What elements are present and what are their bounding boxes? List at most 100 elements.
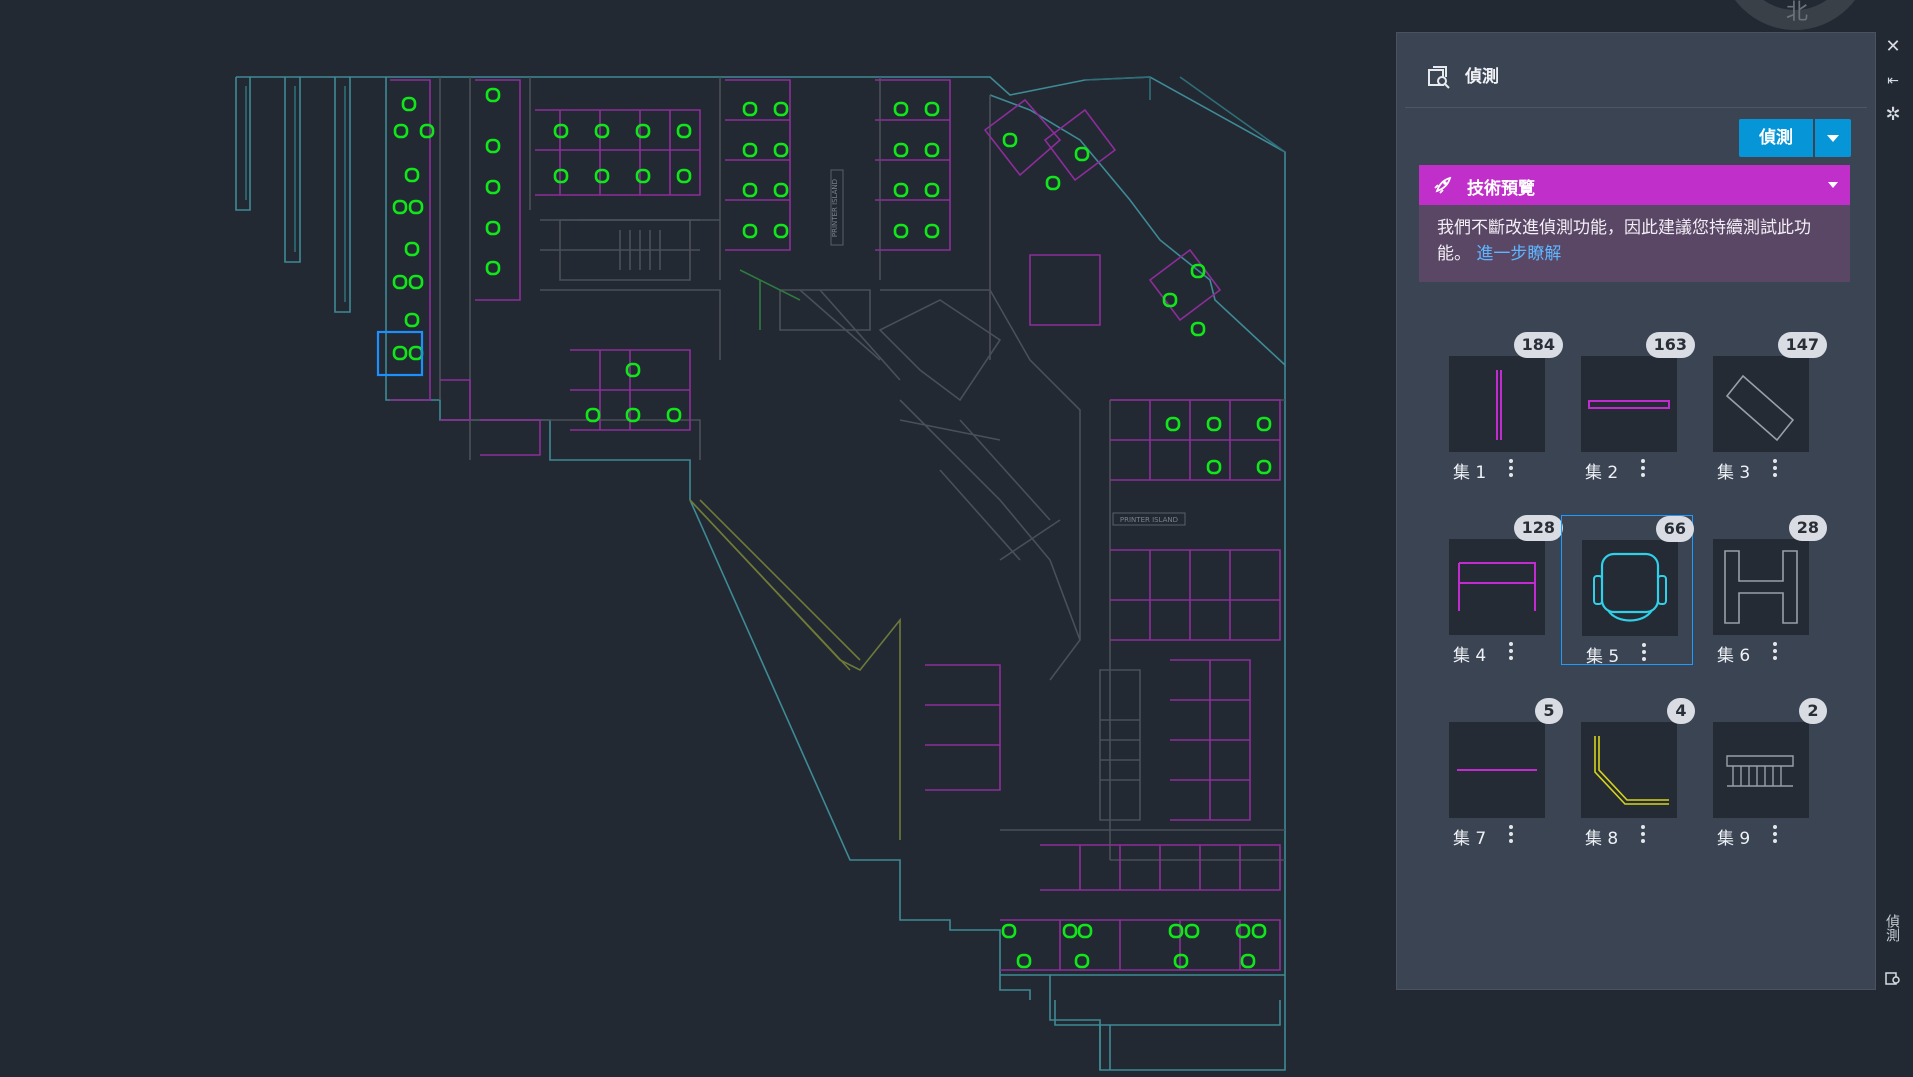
detected-chair-marker[interactable]: [594, 123, 610, 139]
set-tile-6[interactable]: 28 集 6: [1693, 515, 1827, 666]
detected-chair-marker[interactable]: [1206, 459, 1222, 475]
detected-chair-marker[interactable]: [485, 260, 501, 276]
detected-chair-marker[interactable]: [1074, 953, 1090, 969]
detected-chair-marker[interactable]: [1062, 923, 1078, 939]
more-options-icon[interactable]: [1769, 639, 1781, 665]
detected-chair-marker[interactable]: [392, 199, 408, 215]
detected-chair-marker[interactable]: [404, 167, 420, 183]
detected-chair-marker[interactable]: [485, 138, 501, 154]
detected-chair-marker[interactable]: [924, 182, 940, 198]
detected-chair-marker[interactable]: [1251, 923, 1267, 939]
detected-chair-marker[interactable]: [924, 101, 940, 117]
detected-chair-marker[interactable]: [924, 223, 940, 239]
detect-button[interactable]: 偵測: [1739, 119, 1813, 157]
set-name: 集 1: [1453, 463, 1487, 483]
detected-chair-marker[interactable]: [893, 223, 909, 239]
detected-chair-marker[interactable]: [485, 87, 501, 103]
close-icon[interactable]: ✕: [1884, 38, 1902, 56]
set-tile-9[interactable]: 2 集 9: [1693, 698, 1827, 849]
detected-chair-marker[interactable]: [625, 362, 641, 378]
detected-chair-marker[interactable]: [401, 96, 417, 112]
detected-chair-marker[interactable]: [419, 123, 435, 139]
set-tile-7[interactable]: 5 集 7: [1429, 698, 1563, 849]
detected-chair-marker[interactable]: [893, 182, 909, 198]
detected-chair-marker[interactable]: [1256, 459, 1272, 475]
detect-dropdown-button[interactable]: [1815, 119, 1851, 157]
set-name: 集 3: [1717, 463, 1751, 483]
more-options-icon[interactable]: [1769, 822, 1781, 848]
detected-chair-marker[interactable]: [893, 142, 909, 158]
detected-chair-marker[interactable]: [635, 123, 651, 139]
detected-chair-marker[interactable]: [742, 223, 758, 239]
detected-chair-marker[interactable]: [1184, 923, 1200, 939]
detected-chair-marker[interactable]: [594, 168, 610, 184]
set-count-badge: 147: [1777, 332, 1827, 358]
more-options-icon[interactable]: [1505, 822, 1517, 848]
set-tile-3[interactable]: 147 集 3: [1693, 332, 1827, 483]
detected-chair-marker[interactable]: [1077, 923, 1093, 939]
more-options-icon[interactable]: [1637, 456, 1649, 482]
detected-chair-marker[interactable]: [1190, 321, 1206, 337]
detect-icon-small[interactable]: [1884, 968, 1902, 986]
set-tile-2[interactable]: 163 集 2: [1561, 332, 1695, 483]
detected-chair-marker[interactable]: [1256, 416, 1272, 432]
settings-icon[interactable]: ✲: [1884, 106, 1902, 124]
detected-chair-marker[interactable]: [392, 345, 408, 361]
set-tile-1[interactable]: 184 集 1: [1429, 332, 1563, 483]
detected-chair-marker[interactable]: [893, 101, 909, 117]
palette-side-label[interactable]: 偵測: [1884, 914, 1902, 942]
detected-chair-marker[interactable]: [553, 123, 569, 139]
rocket-icon: [1434, 176, 1452, 194]
more-options-icon[interactable]: [1505, 456, 1517, 482]
detected-chair-marker[interactable]: [773, 182, 789, 198]
detected-chair-marker[interactable]: [1016, 953, 1032, 969]
detected-chair-marker[interactable]: [408, 345, 424, 361]
tech-preview-header[interactable]: 技術預覽: [1419, 165, 1850, 205]
detected-chair-marker[interactable]: [392, 274, 408, 290]
detected-chair-marker[interactable]: [485, 179, 501, 195]
detected-chair-marker[interactable]: [404, 312, 420, 328]
detected-chair-marker[interactable]: [1240, 953, 1256, 969]
compass-north-label: 北: [1786, 0, 1809, 25]
detected-chair-marker[interactable]: [676, 168, 692, 184]
more-options-icon[interactable]: [1769, 456, 1781, 482]
more-options-icon[interactable]: [1505, 639, 1517, 665]
selected-object-highlight[interactable]: [376, 330, 424, 377]
chair-icon: [1582, 540, 1678, 636]
detected-chair-marker[interactable]: [408, 199, 424, 215]
detected-chair-marker[interactable]: [553, 168, 569, 184]
detected-chair-marker[interactable]: [773, 142, 789, 158]
set-tile-5[interactable]: 66 集 5: [1561, 515, 1694, 667]
detected-chair-marker[interactable]: [1074, 146, 1090, 162]
drawing-canvas[interactable]: PRINTER ISLAND PRINTER ISLAND: [0, 0, 1400, 1077]
detected-chair-marker[interactable]: [924, 142, 940, 158]
detected-chair-marker[interactable]: [773, 101, 789, 117]
set-count-badge: 163: [1645, 332, 1695, 358]
learn-more-link[interactable]: 進一步瞭解: [1476, 244, 1561, 264]
detected-chair-marker[interactable]: [1002, 132, 1018, 148]
more-options-icon[interactable]: [1638, 640, 1650, 666]
auto-hide-icon[interactable]: ⇤: [1884, 72, 1902, 90]
set-tile-4[interactable]: 128 集 4: [1429, 515, 1563, 666]
detected-chair-marker[interactable]: [404, 241, 420, 257]
detected-chair-marker[interactable]: [742, 142, 758, 158]
detected-chair-marker[interactable]: [485, 220, 501, 236]
detected-chair-marker[interactable]: [393, 123, 409, 139]
detected-chair-marker[interactable]: [1001, 923, 1017, 939]
detected-chair-marker[interactable]: [635, 168, 651, 184]
detected-chair-marker[interactable]: [1165, 416, 1181, 432]
chevron-down-icon[interactable]: [1828, 182, 1838, 188]
detected-chair-marker[interactable]: [773, 223, 789, 239]
detected-chair-marker[interactable]: [742, 182, 758, 198]
detected-chair-marker[interactable]: [1235, 923, 1251, 939]
svg-text:PRINTER ISLAND: PRINTER ISLAND: [1120, 516, 1178, 524]
detected-chair-marker[interactable]: [1173, 953, 1189, 969]
stair-rail-icon: [1713, 722, 1809, 818]
detected-chair-marker[interactable]: [1045, 175, 1061, 191]
detected-chair-marker[interactable]: [1206, 416, 1222, 432]
more-options-icon[interactable]: [1637, 822, 1649, 848]
detected-chair-marker[interactable]: [408, 274, 424, 290]
detected-chair-marker[interactable]: [676, 123, 692, 139]
set-tile-8[interactable]: 4 集 8: [1561, 698, 1695, 849]
detected-chair-marker[interactable]: [742, 101, 758, 117]
